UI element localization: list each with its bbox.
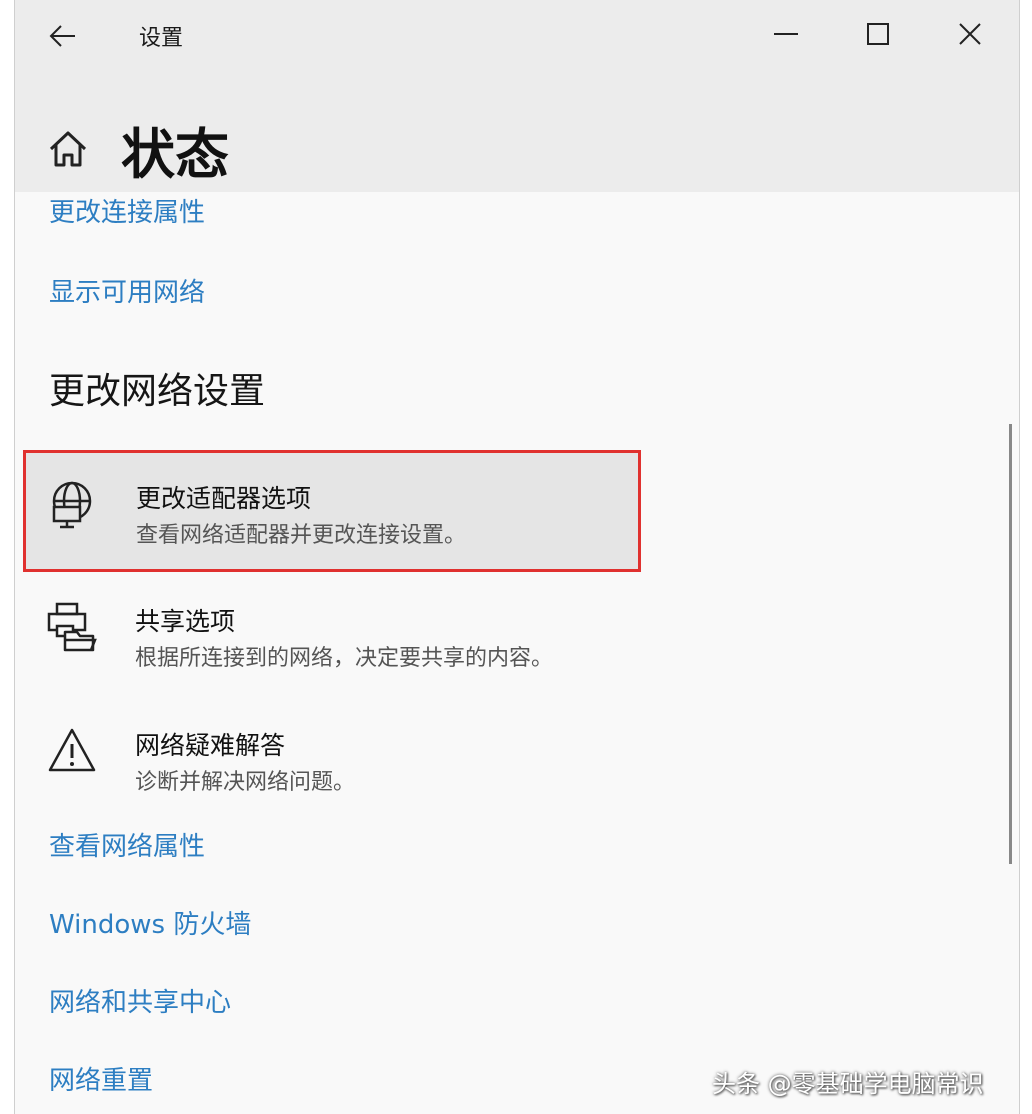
section-heading: 更改网络设置 [49,371,266,412]
minimize-icon [774,33,798,35]
change-adapter-options-item[interactable]: 更改适配器选项 查看网络适配器并更改连接设置。 [23,450,641,572]
maximize-button[interactable] [853,14,903,54]
minimize-button[interactable] [761,14,811,54]
sharing-options-item[interactable]: 共享选项 根据所连接到的网络，决定要共享的内容。 [29,590,635,700]
close-icon [959,23,981,45]
settings-window: 设置 状态 更改连接属性 显示可用网络 更改网络设置 更改适配器选项 查看网络适… [14,0,1020,1114]
item-description: 根据所连接到的网络，决定要共享的内容。 [135,646,554,671]
link-show-available-networks[interactable]: 显示可用网络 [49,272,205,309]
sharing-icon [47,602,97,652]
back-arrow-icon [49,25,75,47]
warning-icon [48,728,96,772]
close-button[interactable] [945,14,995,54]
item-title: 更改适配器选项 [136,484,312,513]
page-title: 状态 [121,123,229,186]
watermark: 头条 @零基础学电脑常识 [712,1070,984,1098]
window-title: 设置 [139,26,184,51]
link-view-network-properties[interactable]: 查看网络属性 [49,826,205,863]
link-network-reset[interactable]: 网络重置 [49,1060,153,1097]
back-button[interactable] [41,16,85,56]
network-troubleshooter-item[interactable]: 网络疑难解答 诊断并解决网络问题。 [29,714,635,824]
item-description: 诊断并解决网络问题。 [135,770,356,795]
link-windows-firewall[interactable]: Windows 防火墙 [49,904,251,941]
link-change-connection-properties[interactable]: 更改连接属性 [49,192,205,229]
title-bar: 设置 状态 [15,0,1019,192]
link-network-sharing-center[interactable]: 网络和共享中心 [49,982,231,1019]
item-title: 共享选项 [135,607,236,636]
scrollbar[interactable] [1009,424,1012,864]
maximize-icon [867,23,889,45]
item-title: 网络疑难解答 [135,731,286,760]
home-icon[interactable] [47,128,89,170]
item-description: 查看网络适配器并更改连接设置。 [136,523,467,548]
network-adapter-icon [52,481,92,529]
